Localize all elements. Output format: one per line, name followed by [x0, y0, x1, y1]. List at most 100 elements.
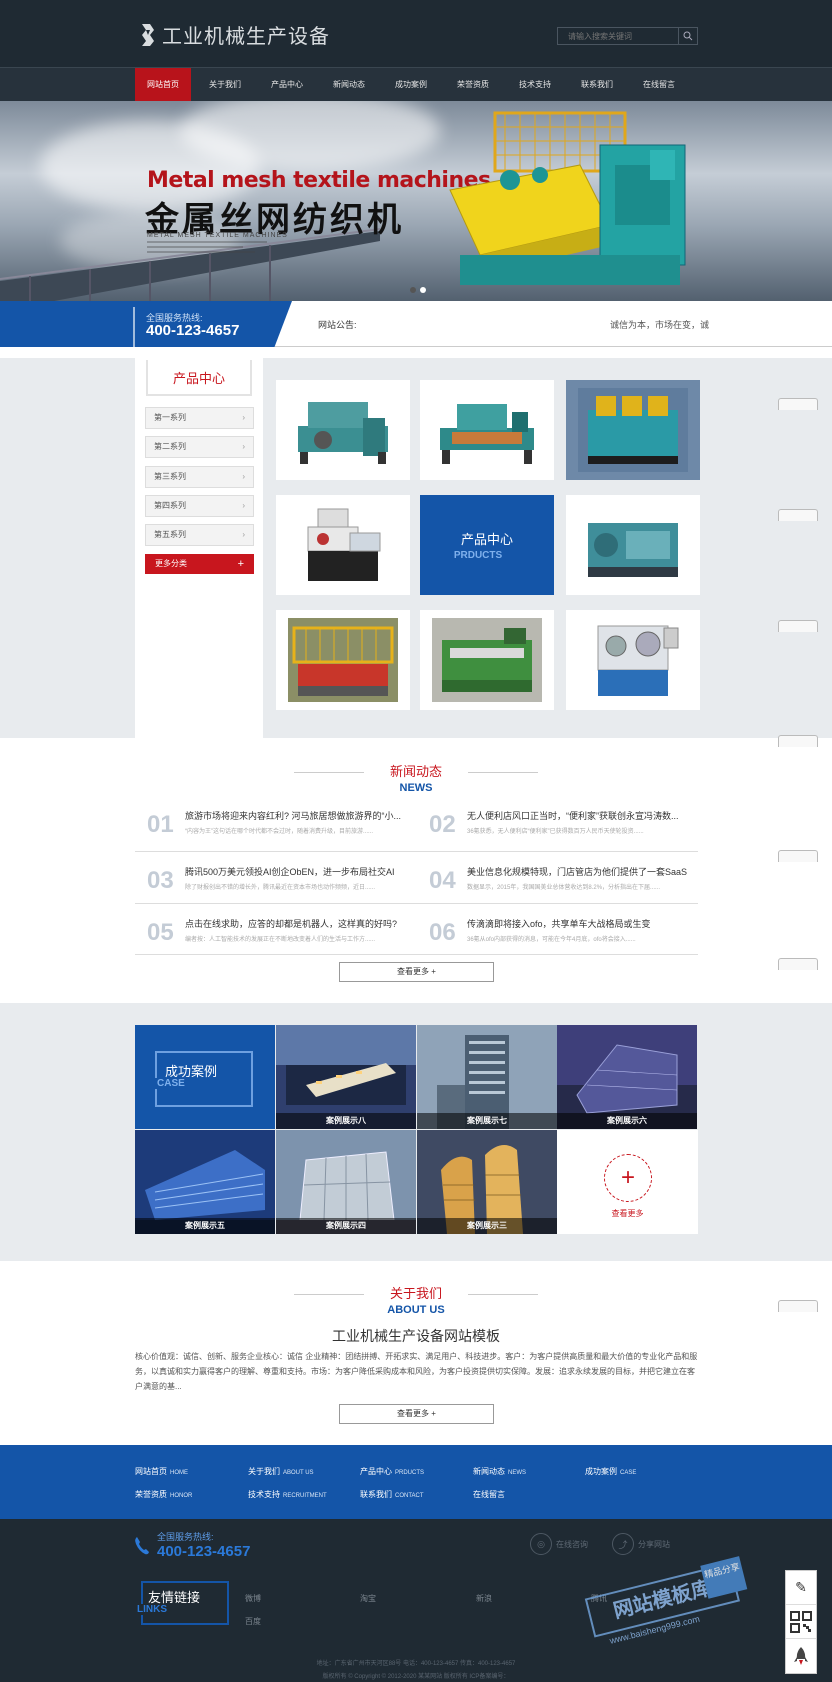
footer-link-products[interactable]: 产品中心 PRDUCTS: [360, 1466, 424, 1477]
chevron-right-icon: ›: [242, 442, 245, 451]
cases-more-tile[interactable]: + 查看更多: [557, 1130, 698, 1234]
news-desc: 编者按：人工智能技术的发展正在不断地改变着人们的生活与工作方......: [185, 937, 376, 943]
search-input[interactable]: [558, 28, 678, 44]
friend-link[interactable]: 淘宝: [360, 1593, 376, 1604]
category-item[interactable]: 第二系列 ›: [145, 436, 254, 458]
category-item[interactable]: 第四系列 ›: [145, 495, 254, 517]
product-tile[interactable]: [566, 495, 700, 595]
case-tile[interactable]: 案例展示八: [276, 1025, 416, 1129]
header: 工业机械生产设备: [0, 0, 832, 67]
nav-cases[interactable]: 成功案例: [383, 68, 439, 101]
case-caption: 案例展示八: [276, 1113, 416, 1129]
product-tile[interactable]: [420, 610, 554, 710]
more-categories-button[interactable]: 更多分类 +: [145, 554, 254, 574]
news-title-en: NEWS: [399, 782, 433, 794]
banner-dot-1[interactable]: [410, 287, 416, 293]
product-image: [307, 508, 381, 581]
product-tile[interactable]: [566, 380, 700, 480]
footer-link-cases[interactable]: 成功案例 CASE: [585, 1466, 636, 1477]
nav-support[interactable]: 技术支持: [507, 68, 563, 101]
news-item[interactable]: 03 腾讯500万美元领投AI创企ObEN，进一步布局社交AI 除了财报创出不错…: [135, 855, 405, 909]
about-title-en: ABOUT US: [387, 1304, 445, 1316]
product-image: [288, 618, 398, 702]
news-item[interactable]: 06 传滴滴即将接入ofo，共享单车大战格局或生变 36氪从ofo内部获得的消息…: [417, 907, 687, 961]
product-tile[interactable]: [420, 380, 554, 480]
product-tile[interactable]: [276, 380, 410, 480]
product-tile[interactable]: [566, 610, 700, 710]
news-item[interactable]: 04 美业信息化规模特现，门店管店为他们提供了一套SaaS... 数据显示，20…: [417, 855, 687, 909]
qrcode-icon[interactable]: [786, 1605, 816, 1639]
news-number: 04: [429, 867, 456, 894]
news-title[interactable]: 美业信息化规模特现，门店管店为他们提供了一套SaaS...: [467, 865, 687, 878]
nav-message[interactable]: 在线留言: [631, 68, 687, 101]
friend-link[interactable]: 百度: [245, 1616, 261, 1627]
product-center-tile[interactable]: 产品中心 PRDUCTS: [420, 495, 554, 595]
about-more-button[interactable]: 查看更多 +: [339, 1404, 494, 1424]
chevron-right-icon: ›: [242, 501, 245, 510]
news-desc: 36氪获悉，无人便利店“便利家”已获得数百万人民币天使轮投资......: [467, 829, 644, 835]
category-item[interactable]: 第三系列 ›: [145, 466, 254, 488]
product-tile[interactable]: [276, 610, 410, 710]
nav-about[interactable]: 关于我们: [197, 68, 253, 101]
news-item[interactable]: 01 旅游市场将迎来内容红利? 河马旅居想做旅游界的“小... “内容为王”这句…: [135, 799, 405, 853]
footer-link-message[interactable]: 在线留言: [473, 1489, 505, 1500]
edit-icon[interactable]: ✎: [786, 1571, 816, 1605]
share-site[interactable]: ⤴ 分享网站: [612, 1533, 670, 1555]
category-item[interactable]: 第五系列 ›: [145, 524, 254, 546]
nav-home[interactable]: 网站首页: [135, 68, 191, 101]
logo-icon: [142, 23, 154, 46]
footer-link-news[interactable]: 新闻动态 NEWS: [473, 1466, 526, 1477]
hotline-number: 400-123-4657: [146, 322, 240, 339]
news-title[interactable]: 无人便利店风口正当时，“便利家”获联创永宣冯涛数...: [467, 809, 687, 822]
notice-text[interactable]: 诚信为本，市场在变，诚: [610, 318, 709, 331]
footer-link-home[interactable]: 网站首页 HOME: [135, 1466, 188, 1477]
case-caption: 案例展示七: [417, 1113, 557, 1129]
logo[interactable]: 工业机械生产设备: [140, 20, 330, 49]
product-center-title: 产品中心: [460, 532, 513, 547]
banner-dot-2[interactable]: [420, 287, 426, 293]
banner-dots: [410, 287, 426, 293]
news-title[interactable]: 点击在线求助，应答的却都是机器人，这样真的好吗?: [185, 917, 405, 930]
news-title[interactable]: 腾讯500万美元领投AI创企ObEN，进一步布局社交AI: [185, 865, 405, 878]
case-tile[interactable]: 案例展示三: [417, 1130, 557, 1234]
case-tile[interactable]: 案例展示七: [417, 1025, 557, 1129]
case-tile[interactable]: 案例展示四: [276, 1130, 416, 1234]
case-caption: 案例展示六: [557, 1113, 697, 1129]
floating-toolbar: ✎: [785, 1570, 817, 1674]
main-nav: 网站首页 关于我们 产品中心 新闻动态 成功案例 荣誉资质 技术支持 联系我们 …: [0, 67, 832, 101]
category-item[interactable]: 第一系列 ›: [145, 407, 254, 429]
footer-link-contact[interactable]: 联系我们 CONTACT: [360, 1489, 424, 1500]
friend-link[interactable]: 微博: [245, 1593, 261, 1604]
product-center-en: PRDUCTS: [453, 550, 503, 561]
logo-text: 工业机械生产设备: [162, 24, 330, 48]
case-caption: 案例展示四: [276, 1218, 416, 1234]
nav-news[interactable]: 新闻动态: [321, 68, 377, 101]
nav-contact[interactable]: 联系我们: [569, 68, 625, 101]
footer-link-honor[interactable]: 荣誉资质 HONOR: [135, 1489, 192, 1500]
news-desc: 数据显示，2015年，我国国美业总体营收达到8.2%，分析指出在下届......: [467, 885, 661, 891]
case-tile[interactable]: 案例展示五: [135, 1130, 275, 1234]
rocket-top-icon[interactable]: [786, 1639, 816, 1673]
cases-title-en: CASE: [155, 1078, 187, 1089]
product-tile[interactable]: [276, 495, 410, 595]
product-image: [597, 625, 679, 696]
search-button[interactable]: [678, 28, 697, 44]
case-tile[interactable]: 案例展示六: [557, 1025, 697, 1129]
plus-icon: +: [431, 1409, 436, 1418]
banner-slider[interactable]: Metal mesh textile machines 金属丝网纺织机 META…: [0, 101, 832, 309]
footer-hotline-number: 400-123-4657: [157, 1543, 251, 1560]
online-consult[interactable]: ◎ 在线咨询: [530, 1533, 588, 1555]
footer-link-support[interactable]: 技术支持 RECRUITMENT: [248, 1489, 327, 1500]
news-title[interactable]: 旅游市场将迎来内容红利? 河马旅居想做旅游界的“小...: [185, 809, 405, 822]
footer-link-about[interactable]: 关于我们 ABOUT US: [248, 1466, 314, 1477]
cases-more-label: 查看更多: [611, 1209, 644, 1218]
nav-honor[interactable]: 荣誉资质: [445, 68, 501, 101]
case-caption: 案例展示三: [417, 1218, 557, 1234]
news-more-button[interactable]: 查看更多 +: [339, 962, 494, 982]
news-item[interactable]: 02 无人便利店风口正当时，“便利家”获联创永宣冯涛数... 36氪获悉，无人便…: [417, 799, 687, 853]
news-title[interactable]: 传滴滴即将接入ofo，共享单车大战格局或生变: [467, 917, 687, 930]
case-caption: 案例展示五: [135, 1218, 275, 1234]
friend-link[interactable]: 新浪: [476, 1593, 492, 1604]
news-item[interactable]: 05 点击在线求助，应答的却都是机器人，这样真的好吗? 编者按：人工智能技术的发…: [135, 907, 405, 961]
nav-products[interactable]: 产品中心: [259, 68, 315, 101]
